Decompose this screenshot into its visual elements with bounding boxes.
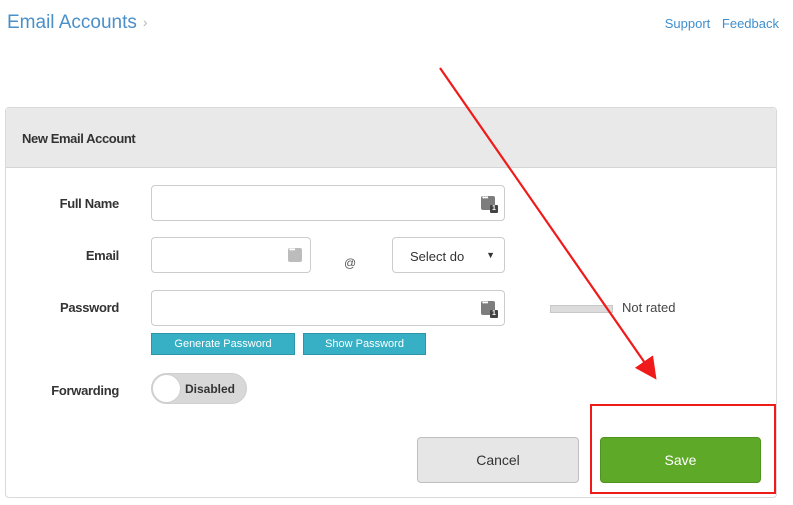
annotation-arrow-icon	[439, 67, 657, 380]
